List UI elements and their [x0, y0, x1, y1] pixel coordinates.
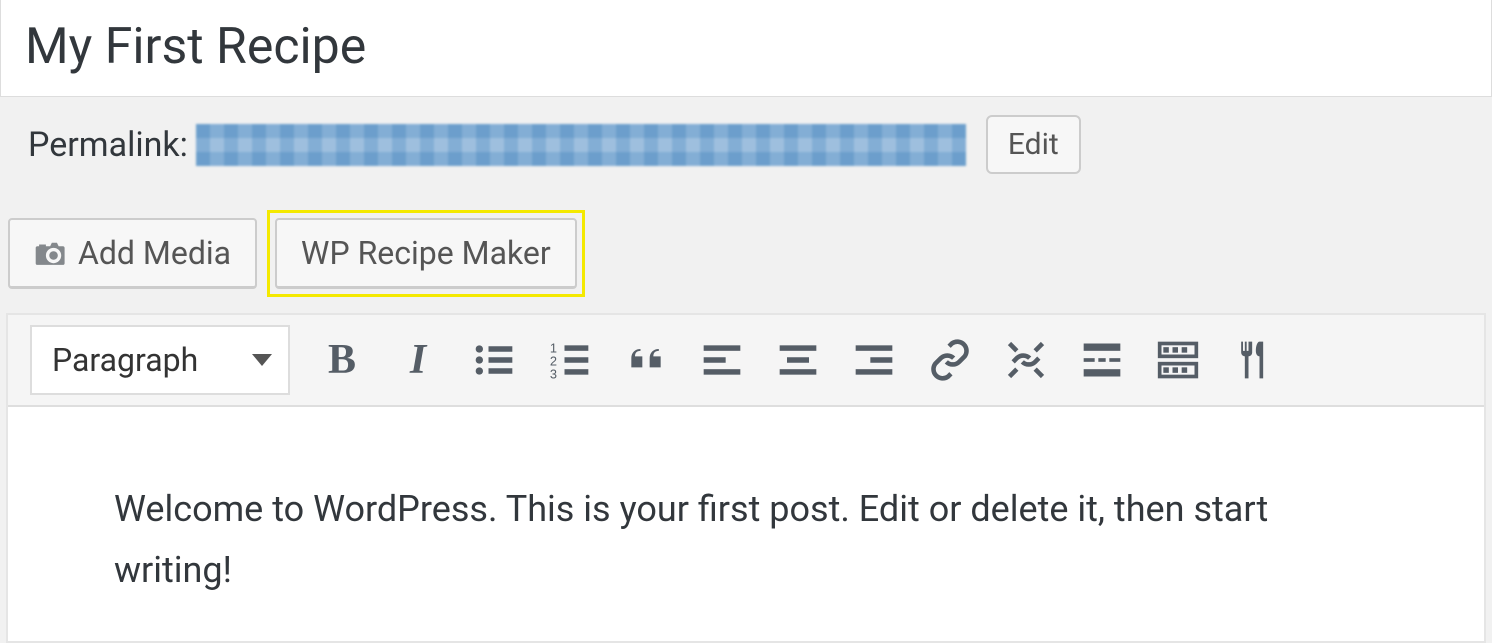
wp-recipe-maker-button[interactable]: WP Recipe Maker — [275, 218, 577, 289]
edit-permalink-button[interactable]: Edit — [986, 115, 1081, 174]
list-ul-icon — [472, 338, 516, 382]
list-ol-icon: 123 — [548, 338, 592, 382]
read-more-icon — [1080, 338, 1124, 382]
ordered-list-button[interactable]: 123 — [546, 336, 594, 384]
format-select-value: Paragraph — [52, 341, 198, 379]
remove-link-button[interactable] — [1002, 336, 1050, 384]
permalink-row: Permalink: Edit — [0, 97, 1492, 174]
chevron-down-icon — [252, 354, 272, 366]
permalink-url[interactable] — [196, 124, 966, 166]
add-media-button[interactable]: Add Media — [8, 218, 257, 289]
align-center-icon — [776, 338, 820, 382]
post-title-input[interactable] — [0, 0, 1492, 97]
permalink-label: Permalink: — [28, 125, 188, 165]
blockquote-button[interactable] — [622, 336, 670, 384]
toolbar-toggle-button[interactable] — [1154, 336, 1202, 384]
align-center-button[interactable] — [774, 336, 822, 384]
bold-button[interactable]: B — [318, 336, 366, 384]
quote-icon — [624, 338, 668, 382]
unlink-icon — [1004, 338, 1048, 382]
align-left-button[interactable] — [698, 336, 746, 384]
editor-content[interactable]: Welcome to WordPress. This is your first… — [8, 407, 1484, 641]
align-right-button[interactable] — [850, 336, 898, 384]
recipe-maker-highlight: WP Recipe Maker — [275, 218, 577, 289]
format-select[interactable]: Paragraph — [30, 325, 290, 395]
camera-icon — [34, 236, 68, 270]
cutlery-icon — [1232, 338, 1276, 382]
insert-link-button[interactable] — [926, 336, 974, 384]
italic-button[interactable]: I — [394, 336, 442, 384]
media-buttons-row: Add Media WP Recipe Maker — [0, 174, 1492, 289]
editor-toolbar: Paragraph B I 123 — [8, 315, 1484, 407]
add-media-label: Add Media — [78, 234, 231, 272]
align-right-icon — [852, 338, 896, 382]
kitchen-sink-icon — [1156, 338, 1200, 382]
align-left-icon — [700, 338, 744, 382]
svg-text:3: 3 — [550, 366, 557, 381]
editor: Paragraph B I 123 — [6, 313, 1486, 643]
insert-more-button[interactable] — [1078, 336, 1126, 384]
unordered-list-button[interactable] — [470, 336, 518, 384]
recipe-toolbar-button[interactable] — [1230, 336, 1278, 384]
link-icon — [928, 338, 972, 382]
